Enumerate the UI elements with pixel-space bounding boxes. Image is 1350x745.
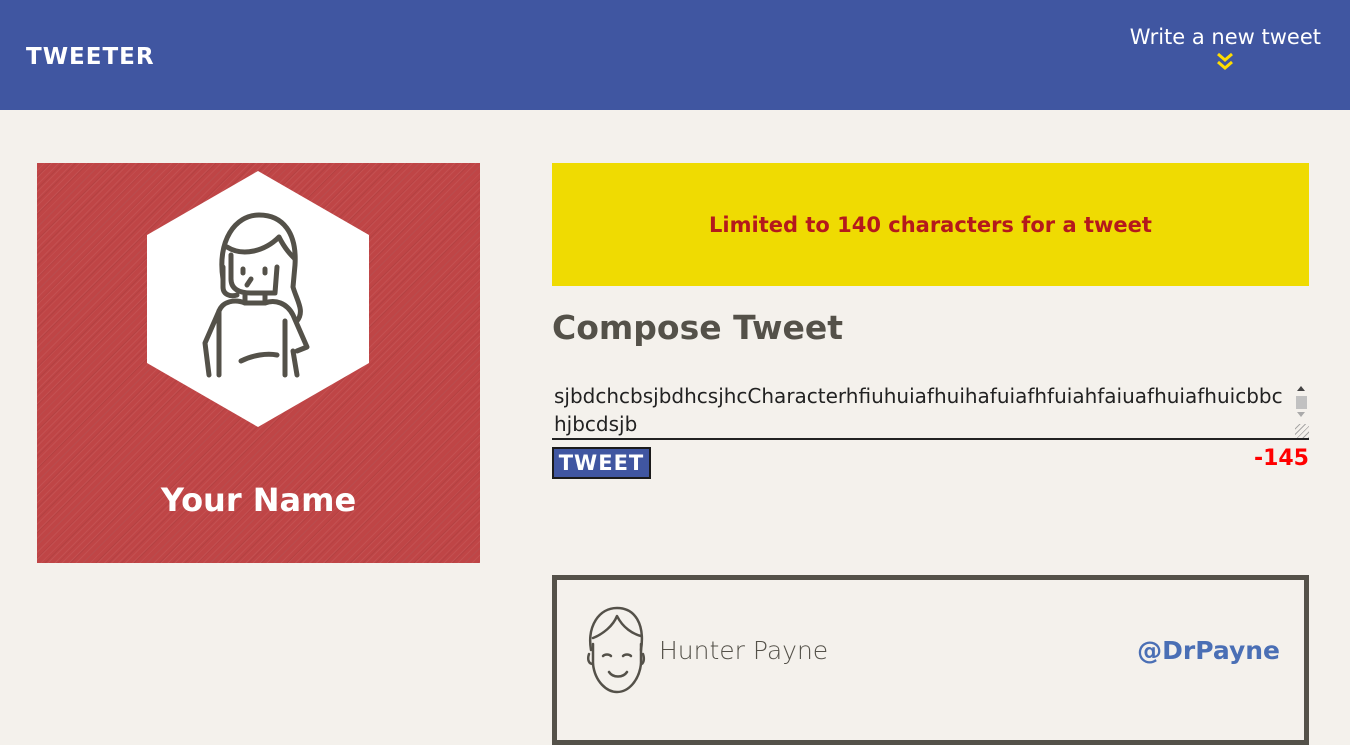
write-new-tweet-button[interactable]: Write a new tweet (1130, 22, 1321, 72)
tweet-article: Hunter Payne @DrPayne (552, 575, 1309, 745)
textarea-scrollbar[interactable] (1293, 384, 1309, 438)
error-message: Limited to 140 characters for a tweet (709, 212, 1152, 237)
profile-card: Your Name (37, 163, 480, 563)
tweet-author-handle[interactable]: @DrPayne (1137, 636, 1280, 665)
double-chevron-down-icon[interactable] (1216, 52, 1234, 72)
top-nav: TWEETER Write a new tweet (0, 0, 1350, 110)
scroll-down-arrow-icon[interactable] (1297, 412, 1305, 417)
tweet-textarea[interactable]: sjbdchcbsjbdhcsjhcCharacterhfiuhuiafhuih… (552, 380, 1309, 440)
scroll-up-arrow-icon[interactable] (1297, 386, 1305, 391)
brand-logo[interactable]: TWEETER (26, 44, 155, 70)
write-new-tweet-label[interactable]: Write a new tweet (1130, 22, 1321, 52)
tweet-submit-button[interactable]: TWEET (552, 447, 651, 479)
profile-name: Your Name (160, 481, 357, 519)
woman-avatar-icon (147, 171, 369, 427)
character-counter: -145 (1253, 446, 1309, 471)
resize-handle-icon[interactable] (1295, 424, 1309, 438)
tweet-author-name: Hunter Payne (659, 636, 829, 665)
compose-title: Compose Tweet (552, 308, 843, 347)
error-banner: Limited to 140 characters for a tweet (552, 163, 1309, 286)
scroll-thumb[interactable] (1296, 396, 1307, 409)
man-avatar-icon (586, 606, 646, 694)
